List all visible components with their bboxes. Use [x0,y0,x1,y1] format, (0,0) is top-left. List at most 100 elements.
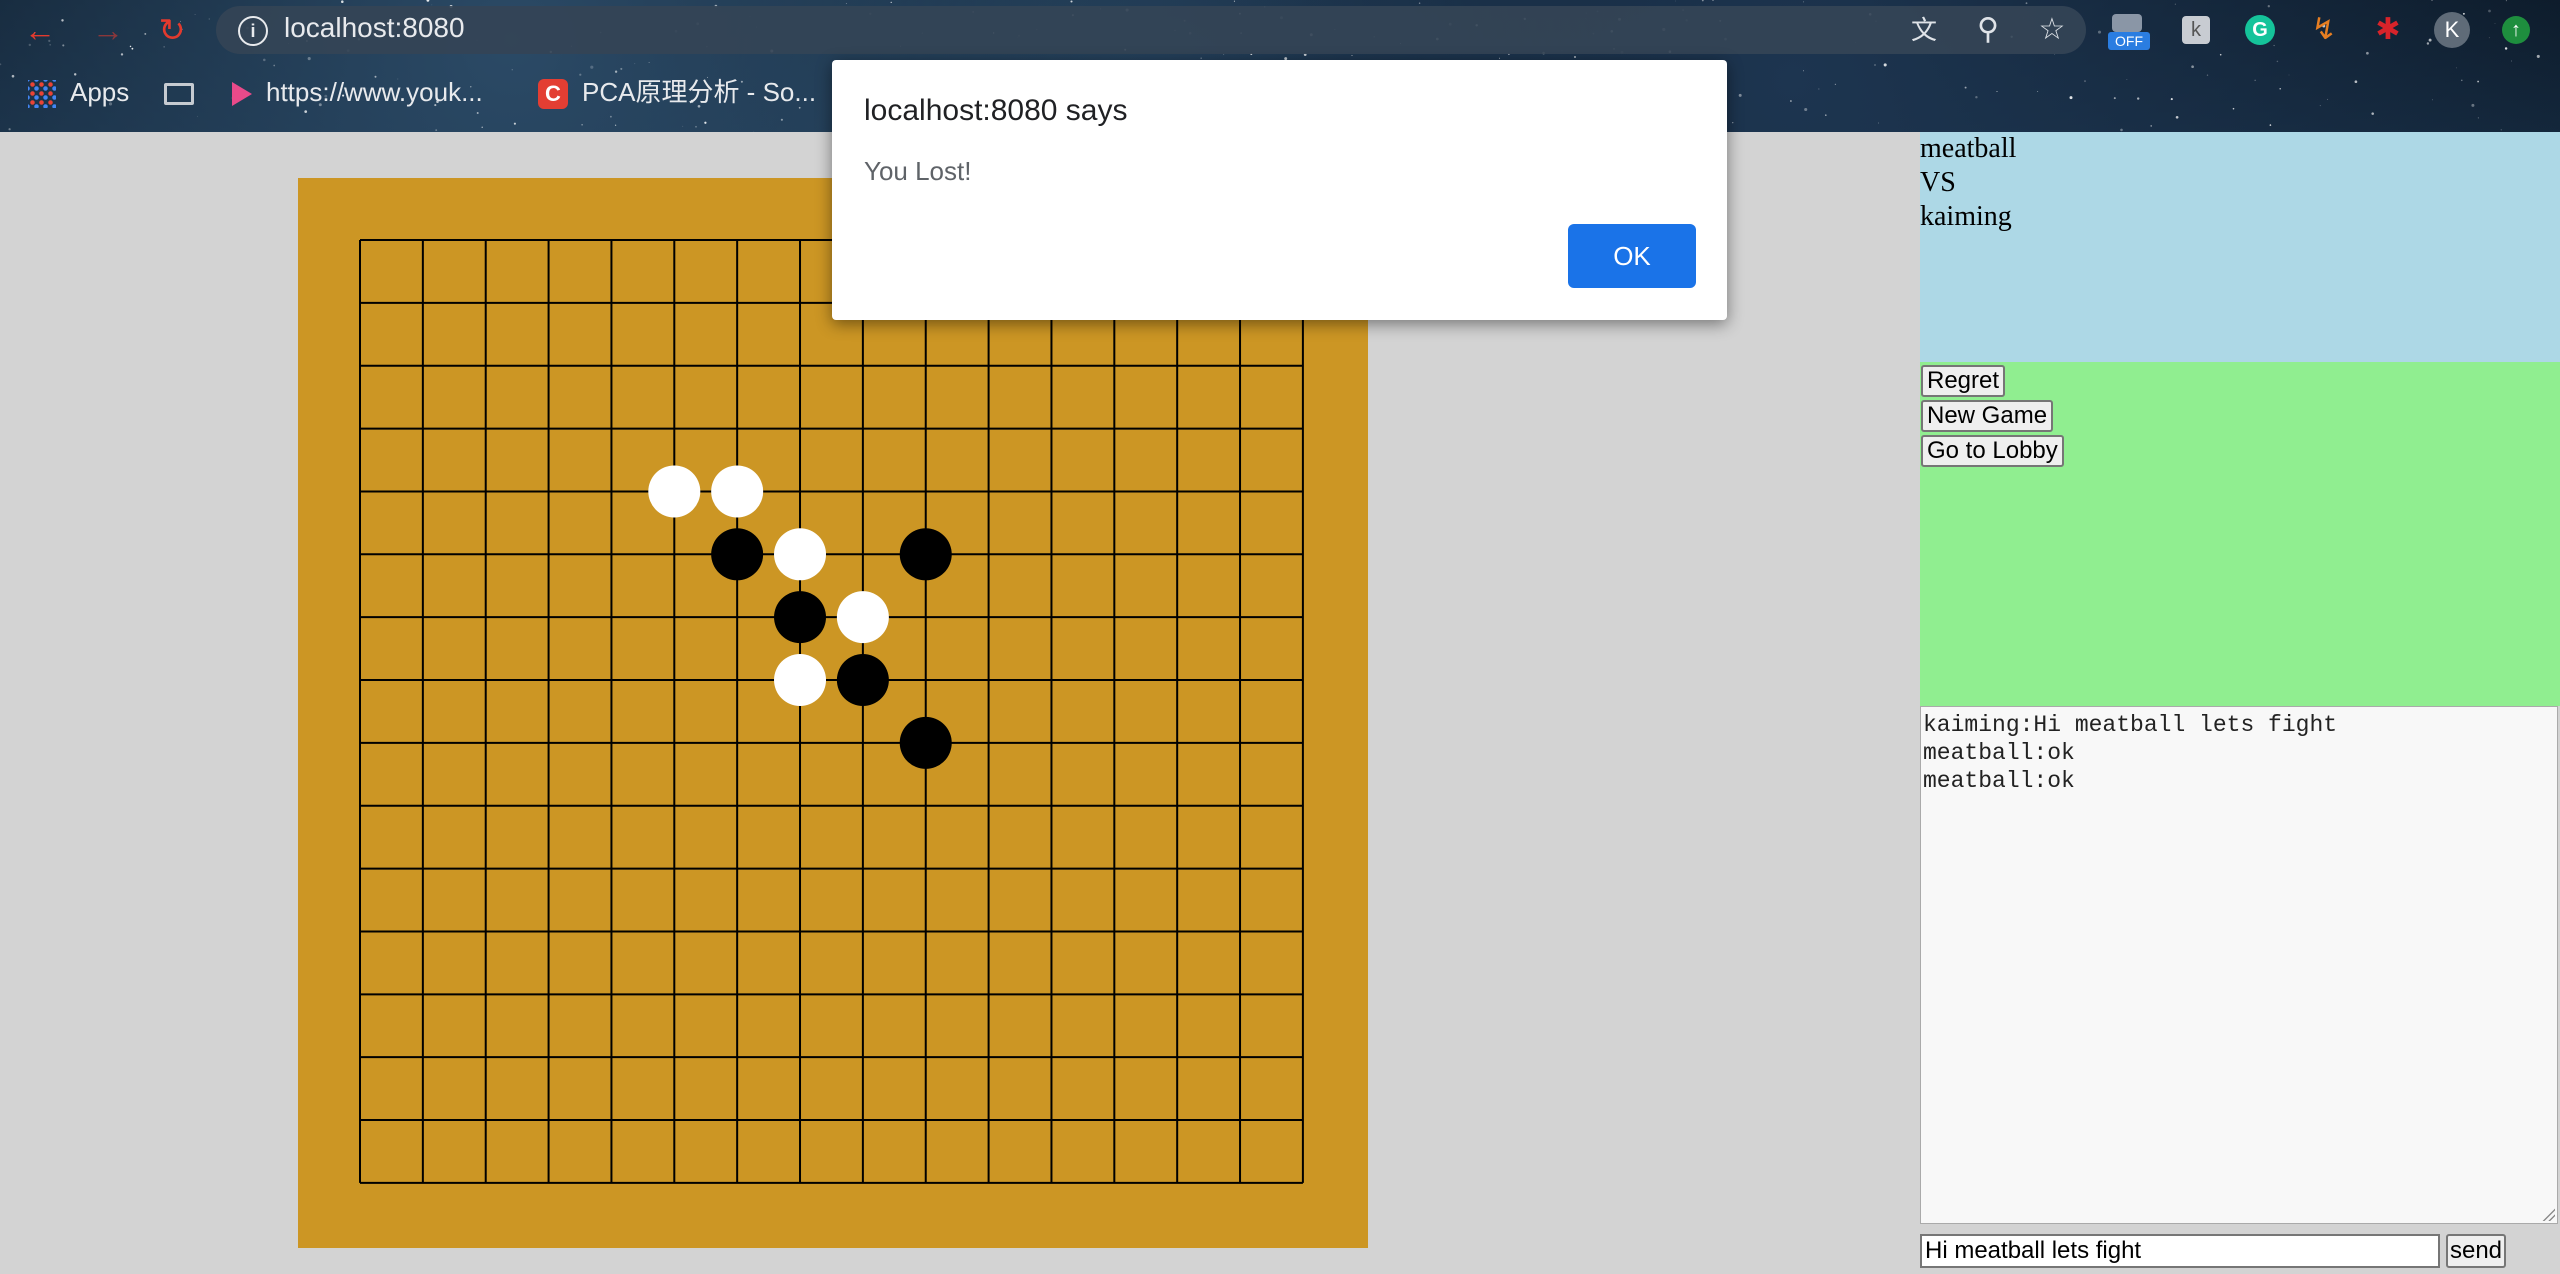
apps-grid-icon [28,80,56,109]
star [263,58,266,62]
alert-dialog: localhost:8080 says You Lost! OK [832,60,1727,320]
star [307,57,311,61]
extension-off-icon[interactable]: OFF [2108,10,2150,50]
star [208,18,210,20]
star [620,67,623,70]
star-icon[interactable]: ☆ [2032,10,2072,50]
star [2254,79,2256,81]
bookmark-pca[interactable]: C PCA原理分析 - So... [538,72,816,112]
download-arrow-icon[interactable]: ↯ [2304,10,2344,50]
star [2366,51,2369,55]
star [581,123,583,126]
chat-message: meatball:ok [1923,740,2075,766]
bookmark-folder[interactable] [164,72,208,112]
info-icon[interactable]: i [238,16,268,46]
chat-message: kaiming:Hi meatball lets fight [1923,712,2338,738]
star [2097,30,2102,34]
star [2477,80,2480,83]
star [648,62,650,64]
star [1975,96,1978,99]
url-text[interactable]: localhost:8080 [284,12,465,44]
black-stone [711,528,764,581]
star [2175,115,2179,119]
star [481,126,483,128]
folder-icon [164,83,194,106]
star [8,128,11,131]
extension-k-icon[interactable]: k [2176,10,2216,50]
star [11,74,15,78]
star [2219,53,2222,56]
star [609,115,612,118]
star [2477,117,2479,119]
star [0,63,2,66]
star [1964,86,1967,89]
versus-label: VS [1920,167,1956,198]
star [194,13,196,16]
star [120,53,124,56]
zoom-icon[interactable]: ⚲ [1968,10,2008,50]
star [1803,1,1805,3]
star [682,125,684,127]
star [2170,98,2173,101]
white-stone [774,654,827,707]
star [1883,63,1887,67]
star [1674,0,1676,2]
players-panel: meatball VS kaiming [1920,132,2560,362]
star [2279,87,2281,90]
csdn-icon: C [538,79,568,110]
translate-icon[interactable]: 文 [1904,10,1944,50]
chat-log[interactable]: kaiming:Hi meatball lets fight meatball:… [1920,706,2558,1224]
star [2455,67,2457,69]
white-stone [711,465,764,518]
star [1223,54,1225,56]
gomoku-board[interactable] [298,178,1368,1248]
grammarly-icon[interactable]: G [2240,10,2280,50]
white-stone [648,465,701,518]
star [2269,124,2272,126]
back-icon[interactable]: ← [22,12,58,48]
star [129,45,132,48]
bookmark-apps[interactable]: Apps [28,72,129,112]
bookmark-youku[interactable]: https://www.youk... [232,72,483,112]
player-two-name: kaiming [1920,201,2012,232]
bookmark-youku-label: https://www.youk... [266,77,483,107]
star [131,47,134,50]
board-grid[interactable] [298,178,1368,1248]
resize-handle[interactable] [2541,1207,2555,1221]
profile-avatar[interactable]: K [2432,10,2472,50]
star [2267,5,2270,8]
regret-button[interactable]: Regret [1921,365,2006,397]
dialog-message: You Lost! [864,156,972,186]
update-icon[interactable]: ↑ [2496,10,2536,50]
star [2137,97,2140,100]
star [2488,9,2491,13]
star [1803,70,1804,72]
star [2431,0,2433,1]
send-button[interactable]: send [2446,1234,2506,1268]
star [435,129,438,131]
extension-glyph-icon [2112,14,2142,32]
star [1351,55,1353,57]
puzzle-icon[interactable]: ✱ [2368,10,2408,50]
star [1878,122,1879,124]
reload-icon[interactable]: ↻ [154,12,190,48]
star [1701,0,1704,2]
star [2461,79,2463,82]
star [753,131,755,132]
address-bar[interactable] [216,6,2086,54]
star [2500,129,2502,131]
chat-input[interactable] [1920,1234,2440,1268]
go-to-lobby-button[interactable]: Go to Lobby [1921,435,2064,467]
forward-icon[interactable]: → [90,12,126,48]
ok-button[interactable]: OK [1568,224,1696,288]
player-one-name: meatball [1920,133,2017,164]
star [2505,0,2507,2]
star [476,112,479,114]
star [61,19,64,22]
star [426,0,430,2]
star [1070,0,1073,3]
star [513,122,516,125]
new-game-button[interactable]: New Game [1921,400,2054,432]
star [2174,3,2176,5]
star [590,65,594,69]
